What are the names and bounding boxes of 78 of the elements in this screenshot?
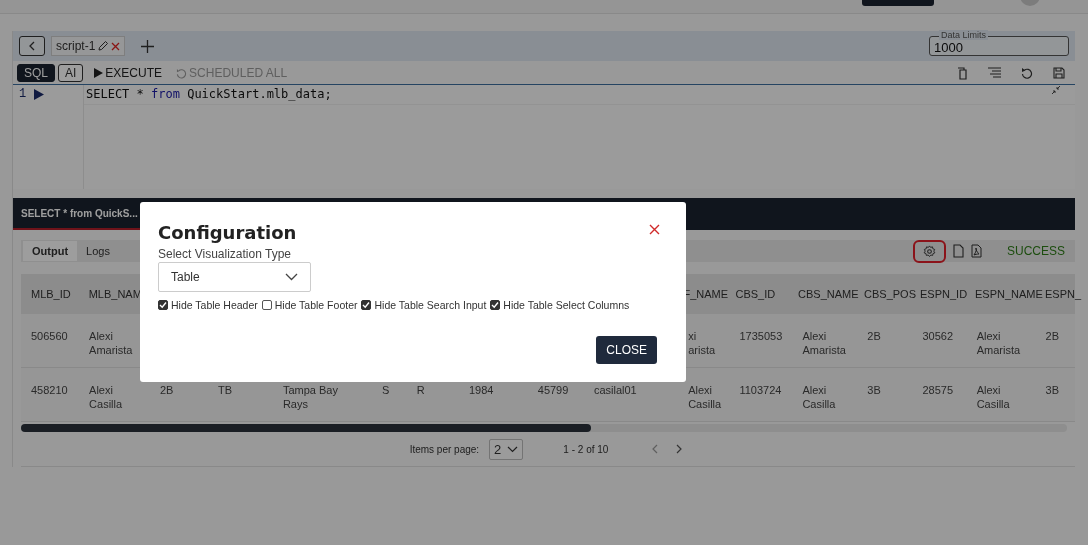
table-cell: 1735053: [739, 330, 783, 342]
pencil-icon[interactable]: [97, 40, 110, 52]
scrollbar-thumb[interactable]: [21, 424, 591, 432]
column-header: MLB_ID: [31, 288, 71, 300]
collapse-icon[interactable]: [1051, 85, 1061, 95]
column-header: CBS_NAME: [798, 288, 859, 300]
table-cell: 30562: [922, 330, 954, 342]
refresh-icon: [176, 67, 188, 79]
line-number: 1: [19, 87, 27, 101]
field-label: Select Visualization Type: [158, 247, 292, 261]
table-cell: Alexi Amarista: [89, 330, 133, 356]
table-cell: 1103724: [739, 384, 782, 396]
status-text: SUCCESS: [1007, 244, 1065, 258]
add-icon[interactable]: [141, 39, 155, 53]
copy-icon[interactable]: [957, 66, 968, 80]
table-cell: Tampa Bay Rays: [282, 384, 338, 410]
checkbox-label[interactable]: Hide Table Header: [171, 299, 258, 311]
save-icon[interactable]: [1053, 66, 1065, 79]
column-header: ESPN_ID: [920, 288, 968, 300]
table-cell: Alexi Casilla: [89, 384, 123, 410]
mode-tab[interactable]: AI: [58, 64, 84, 82]
table-cell: 3B: [867, 384, 881, 396]
table-cell: xi arista: [688, 330, 716, 356]
undo-icon[interactable]: [1021, 66, 1033, 79]
chevron-down-icon: [507, 445, 519, 453]
column-header: CBS_ID: [735, 288, 776, 300]
page-range: 1 - 2 of 10: [563, 443, 609, 455]
chevron-down-icon: [285, 273, 298, 281]
table-cell: 3B: [1045, 384, 1059, 396]
script-tab[interactable]: script-1: [51, 36, 126, 56]
table-cell: S: [382, 384, 390, 396]
close-icon[interactable]: [111, 41, 121, 51]
column-header: ESPN_NAME: [975, 288, 1043, 300]
table-cell: 458210: [31, 384, 68, 396]
table-cell: Alexi Casilla: [976, 384, 1010, 410]
back-button[interactable]: [19, 36, 45, 56]
checkbox-label[interactable]: Hide Table Select Columns: [503, 299, 630, 311]
checkbox[interactable]: [490, 300, 501, 310]
table-cell: 506560: [31, 330, 68, 342]
checkbox-label[interactable]: Hide Table Search Input: [374, 299, 487, 311]
table-cell: casilal01: [593, 384, 637, 396]
code-line: SELECT * from QuickStart.mlb_data;: [84, 85, 1075, 105]
table-cell: 28575: [922, 384, 954, 396]
table-cell: Alexi Casilla: [688, 384, 722, 410]
chevron-left-icon: [28, 41, 36, 51]
checkbox[interactable]: [361, 300, 372, 310]
table-cell: Alexi Amarista: [802, 330, 846, 356]
checkbox-label[interactable]: Hide Table Footer: [274, 299, 358, 311]
table-cell: 2B: [1045, 330, 1059, 342]
settings-button[interactable]: [913, 239, 946, 263]
pdf-icon[interactable]: [971, 244, 982, 258]
run-line-icon[interactable]: [34, 89, 45, 100]
table-cell: 1984: [468, 384, 494, 396]
close-button[interactable]: [649, 224, 660, 235]
checkbox[interactable]: [261, 300, 272, 310]
checkbox[interactable]: [158, 300, 168, 310]
dialog-title: Configuration: [158, 222, 297, 243]
mode-tab[interactable]: SQL: [17, 64, 55, 82]
visualization-select[interactable]: Table: [158, 262, 311, 292]
output-tab[interactable]: Logs: [77, 241, 119, 261]
page-size-label: Items per page:: [409, 443, 480, 455]
table-cell: 2B: [867, 330, 881, 342]
column-header: ESPN_: [1045, 288, 1082, 300]
table-cell: Alexi Casilla: [802, 384, 836, 410]
settings-icon: [923, 244, 936, 258]
play-icon: [94, 68, 104, 78]
column-header: CBS_POS: [864, 288, 916, 300]
table-cell: TB: [218, 384, 233, 396]
close-button[interactable]: CLOSE: [596, 336, 657, 364]
execute-button[interactable]: EXECUTE: [91, 66, 166, 80]
table-cell: R: [416, 384, 425, 396]
field-label: Data Limits: [939, 30, 988, 40]
table-cell: 45799: [537, 384, 569, 396]
file-icon[interactable]: [953, 244, 964, 258]
table-cell: Alexi Amarista: [976, 330, 1021, 356]
output-tab[interactable]: Output: [23, 241, 78, 261]
page-size-select[interactable]: 2: [489, 438, 524, 460]
table-cell: 2B: [159, 384, 174, 396]
